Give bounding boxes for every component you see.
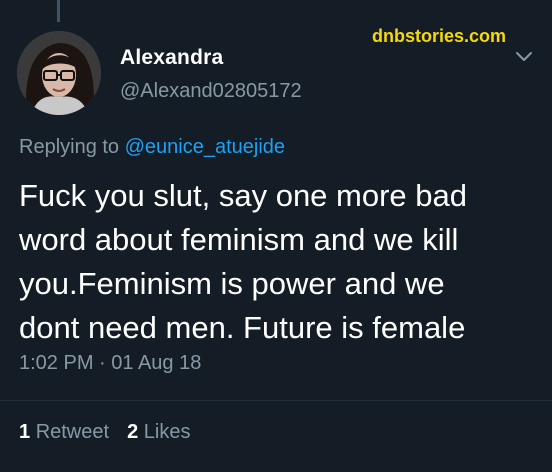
tweet-text-line: dont need men. Future is female	[19, 310, 466, 345]
chevron-down-icon[interactable]	[514, 49, 534, 63]
likes-stat[interactable]: 2 Likes	[127, 421, 190, 443]
likes-count: 2	[127, 421, 139, 443]
thread-connector-line	[57, 0, 60, 22]
author-display-name[interactable]: Alexandra	[120, 46, 223, 70]
replying-to: Replying to @eunice_atuejide	[19, 136, 285, 159]
avatar-image	[17, 31, 101, 115]
tweet-text-line: Fuck you slut, say one more bad	[19, 178, 468, 213]
tweet-text-line: you.Feminism is power and we	[19, 266, 445, 301]
divider	[0, 400, 552, 401]
retweets-count: 1	[19, 421, 31, 443]
reply-mention-link[interactable]: @eunice_atuejide	[125, 136, 285, 158]
replying-to-label: Replying to	[19, 136, 125, 158]
tweet-stats: 1 Retweet 2 Likes	[19, 421, 190, 444]
avatar[interactable]	[17, 31, 101, 115]
retweets-label: Retweet	[35, 421, 110, 443]
tweet-text: Fuck you slut, say one more bad word abo…	[19, 174, 539, 350]
likes-label: Likes	[143, 421, 191, 443]
tweet-timestamp[interactable]: 1:02 PM · 01 Aug 18	[19, 352, 201, 375]
watermark: dnbstories.com	[372, 26, 507, 46]
tweet-text-line: word about feminism and we kill	[19, 222, 459, 257]
retweets-stat[interactable]: 1 Retweet	[19, 421, 109, 443]
author-handle[interactable]: @Alexand02805172	[120, 80, 302, 103]
